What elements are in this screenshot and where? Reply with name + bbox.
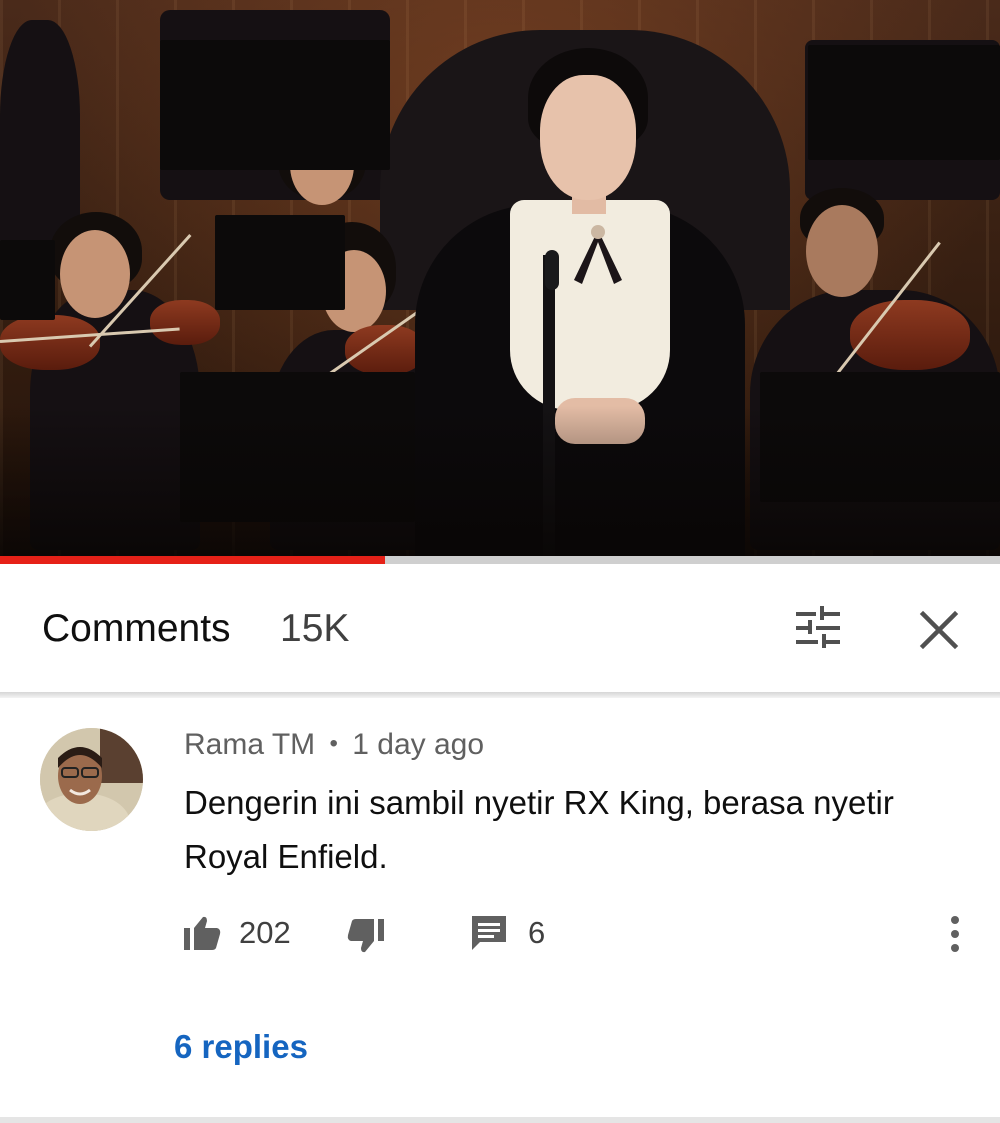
video-stand: [215, 215, 345, 310]
bottom-divider: [0, 1117, 1000, 1123]
thumbs-up-icon: [184, 916, 221, 950]
video-progress-played: [0, 556, 385, 564]
close-icon: [919, 610, 959, 650]
dislike-button[interactable]: [346, 908, 386, 958]
avatar[interactable]: [40, 728, 143, 831]
reply-count: 6: [528, 915, 546, 950]
thumbs-down-icon: [347, 919, 384, 953]
video-violin: [150, 300, 220, 345]
comment-time: 1 day ago: [352, 728, 485, 761]
comments-count: 15K: [280, 607, 350, 650]
like-button[interactable]: 202: [183, 908, 291, 958]
comment-more-button[interactable]: [935, 910, 975, 960]
video-progress-bar[interactable]: [0, 556, 1000, 564]
avatar-photo: [40, 728, 143, 831]
video-stand: [808, 45, 1000, 160]
header-divider: [0, 692, 1000, 698]
video-stand: [160, 40, 390, 170]
reply-button[interactable]: 6: [470, 908, 545, 958]
video-violin: [0, 315, 100, 370]
comment-text: Dengerin ini sambil nyetir RX King, bera…: [184, 784, 894, 875]
close-comments-button[interactable]: [913, 604, 965, 656]
video-player[interactable]: [0, 0, 1000, 556]
comment-meta: Rama TM • 1 day ago: [184, 728, 484, 762]
video-mic: [545, 250, 559, 290]
meta-separator: •: [329, 730, 338, 757]
sort-comments-button[interactable]: [790, 604, 846, 654]
video-figure: [806, 205, 878, 297]
view-replies-link[interactable]: 6 replies: [174, 1028, 308, 1066]
video-singer: [540, 75, 636, 200]
comment-author[interactable]: Rama TM: [184, 728, 315, 761]
like-count: 202: [239, 915, 291, 950]
comments-header: Comments 15K: [0, 564, 1000, 694]
more-vertical-icon: [951, 916, 959, 952]
comments-title: Comments: [42, 607, 231, 650]
video-bow-tie: [574, 225, 622, 284]
sort-filter-icon: [796, 606, 840, 648]
video-shadow: [0, 406, 1000, 556]
video-figure: [60, 230, 130, 318]
comment-icon: [472, 916, 506, 950]
video-stand: [0, 240, 55, 320]
